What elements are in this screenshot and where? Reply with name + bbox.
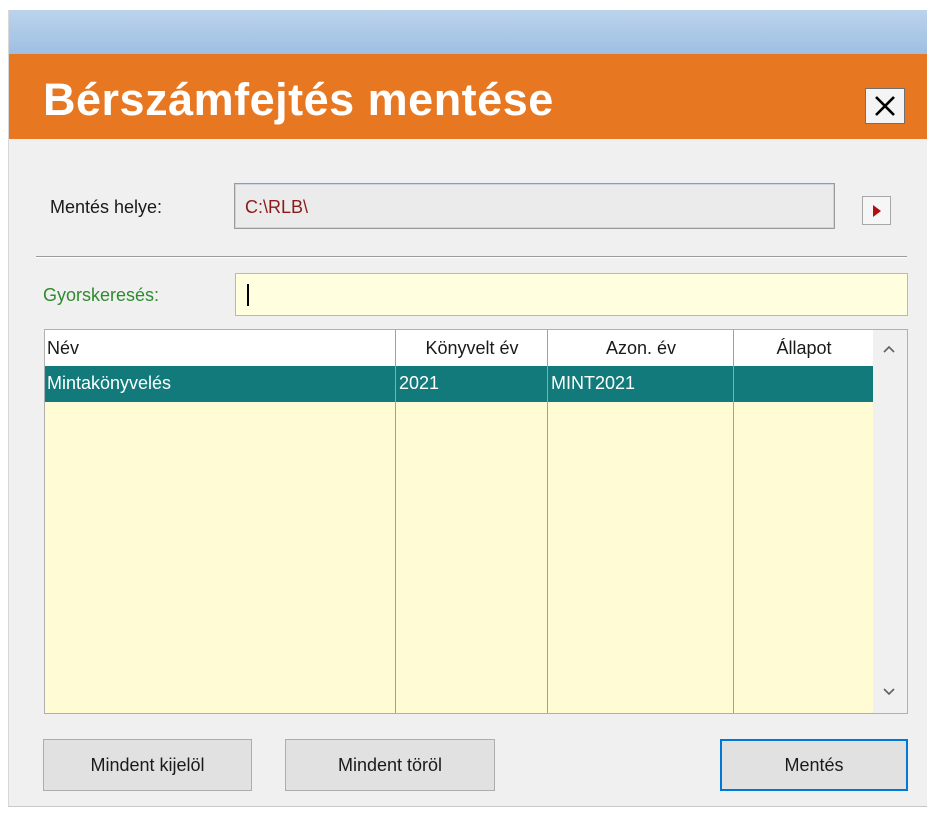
location-value: C:\RLB\ (245, 197, 309, 217)
location-label: Mentés helye: (50, 197, 163, 217)
column-header-konyvelt-ev[interactable]: Könyvelt év (397, 330, 547, 366)
vertical-scrollbar[interactable] (873, 330, 907, 713)
save-dialog: Bérszámfejtés mentése Mentés helye: C:\R… (8, 10, 927, 807)
table-row[interactable]: Mintakönyvelés 2021 MINT2021 (45, 366, 873, 402)
browse-location-button[interactable] (862, 196, 891, 225)
close-icon (875, 96, 895, 116)
column-header-azon-ev[interactable]: Azon. év (549, 330, 733, 366)
triangle-right-icon (873, 205, 881, 217)
chevron-down-icon[interactable] (883, 688, 895, 696)
window-caption-strip (9, 10, 927, 54)
dialog-title: Bérszámfejtés mentése (43, 74, 554, 125)
dialog-title-bar: Bérszámfejtés mentése (9, 54, 927, 139)
clear-all-button[interactable]: Mindent töröl (285, 739, 495, 791)
quick-search-label: Gyorskeresés: (43, 285, 160, 305)
column-divider (395, 330, 396, 713)
cell-konyvelt-ev: 2021 (399, 373, 440, 393)
separator-highlight (36, 257, 907, 258)
close-button[interactable] (865, 88, 905, 124)
cell-azon-ev: MINT2021 (551, 373, 636, 393)
backup-list[interactable]: Név Könyvelt év Azon. év Állapot Mintakö… (44, 329, 908, 714)
column-header-allapot[interactable]: Állapot (735, 330, 873, 366)
location-field[interactable]: C:\RLB\ (234, 183, 835, 229)
cell-nev: Mintakönyvelés (47, 373, 172, 393)
column-header-nev[interactable]: Név (47, 330, 395, 366)
text-caret (247, 284, 249, 306)
save-button[interactable]: Mentés (720, 739, 908, 791)
quick-search-input[interactable] (235, 273, 908, 316)
select-all-button[interactable]: Mindent kijelöl (43, 739, 252, 791)
column-divider (547, 330, 548, 713)
chevron-up-icon[interactable] (883, 345, 895, 353)
column-divider (733, 330, 734, 713)
